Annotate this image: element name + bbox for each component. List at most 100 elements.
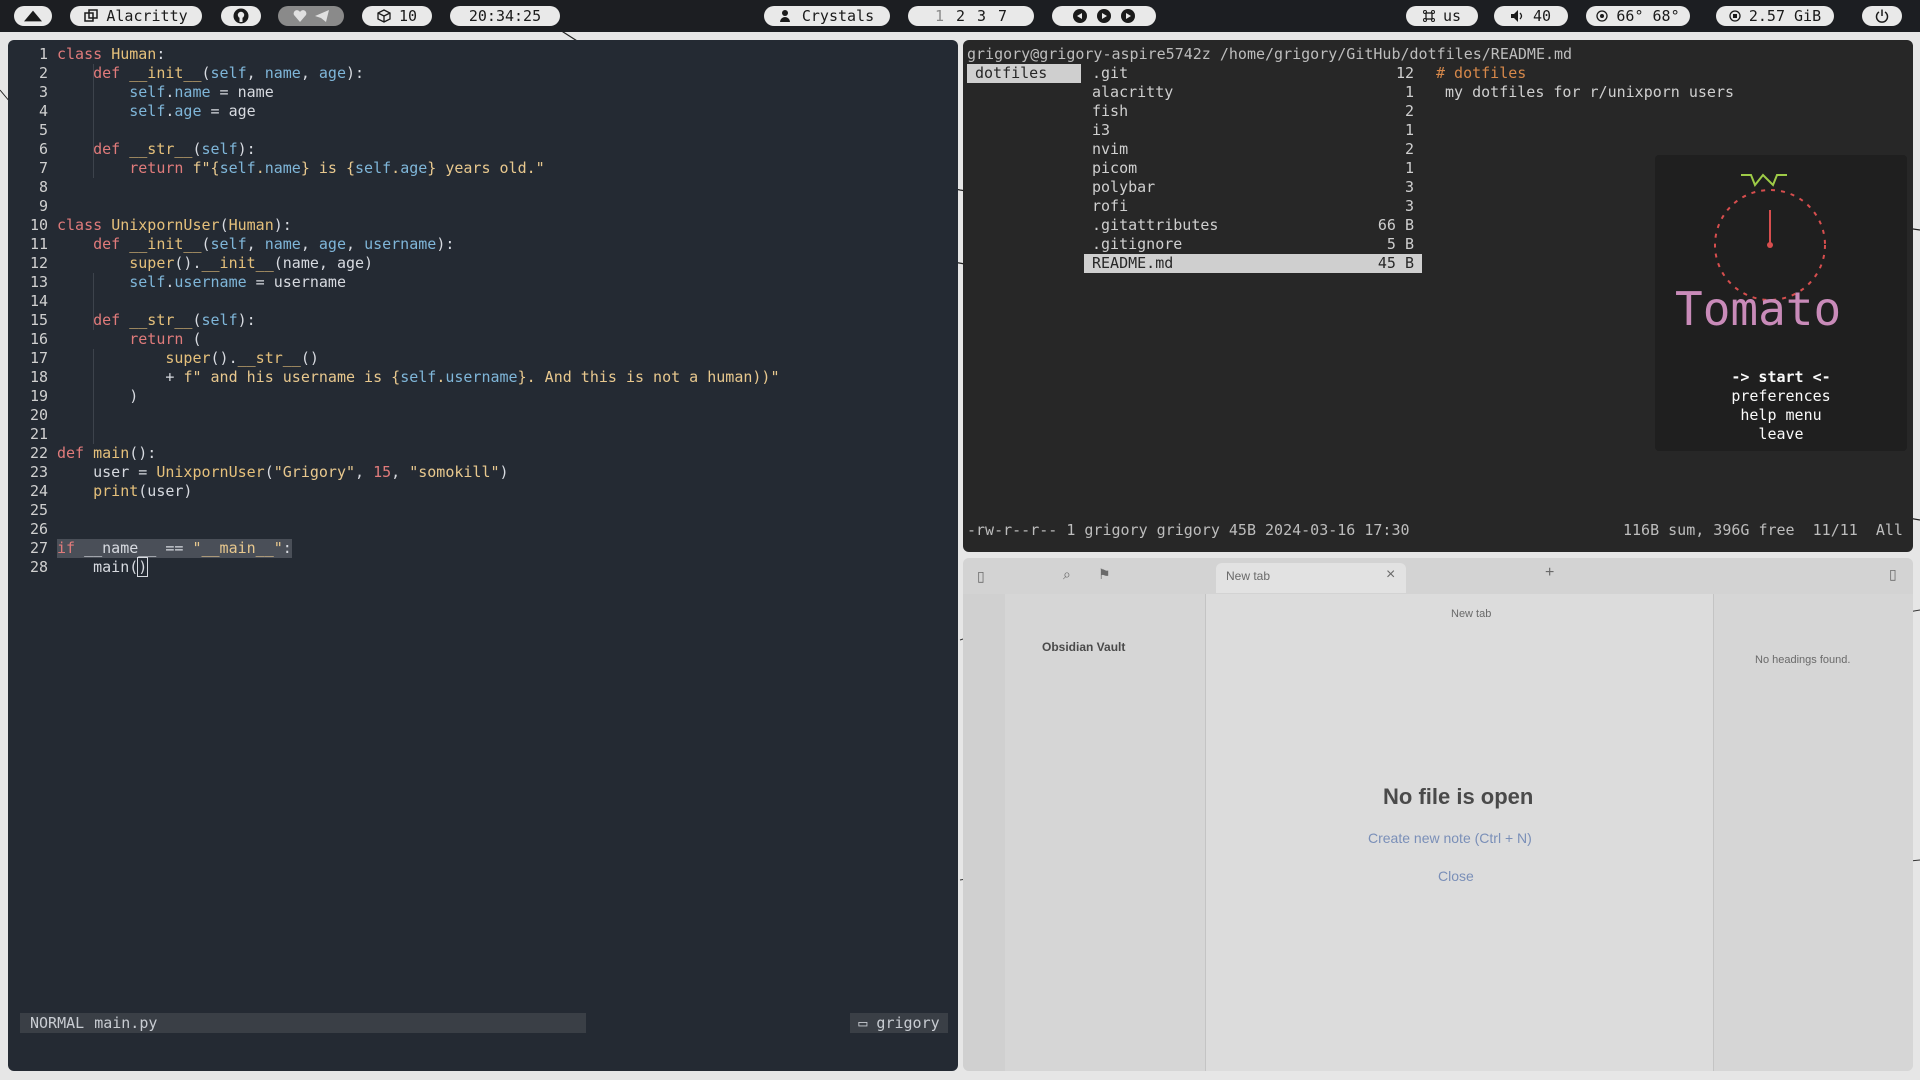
- search-icon[interactable]: ⌕: [1063, 566, 1071, 583]
- code-line-11: 11 def __init__(self, name, age, usernam…: [29, 235, 455, 253]
- vault-name[interactable]: Obsidian Vault: [1042, 640, 1125, 654]
- power-button[interactable]: [1862, 6, 1902, 26]
- workspace-2[interactable]: 2: [950, 6, 971, 26]
- file-entry[interactable]: rofi 3: [1084, 197, 1422, 216]
- outline-empty: No headings found.: [1755, 654, 1851, 666]
- workspaces-pill[interactable]: 1 2 3 7: [908, 6, 1034, 26]
- music-title: Crystals: [801, 7, 875, 25]
- tomato-menu-item[interactable]: leave: [1655, 425, 1907, 444]
- clock-pill[interactable]: 20:34:25: [450, 6, 560, 26]
- code-line-3: 3 self.name = name: [38, 83, 274, 101]
- code-line-15: 15 def __str__(self):: [29, 311, 256, 329]
- file-entry[interactable]: polybar 3: [1084, 178, 1422, 197]
- tomato-menu-item[interactable]: preferences: [1655, 387, 1907, 406]
- file-entry[interactable]: nvim 2: [1084, 140, 1422, 159]
- file-name: i3: [1092, 121, 1111, 139]
- keyboard-pill[interactable]: us: [1406, 6, 1478, 26]
- file-entry[interactable]: picom 1: [1084, 159, 1422, 178]
- filename: main.py: [94, 1014, 158, 1032]
- file-entry[interactable]: fish 2: [1084, 102, 1422, 121]
- obsidian-window[interactable]: New tab × ▯ ⌕ ⚑ + ▯ Obsidian Vault New t…: [963, 558, 1913, 1071]
- file-size: 1: [1404, 83, 1414, 101]
- code-line-9: 9: [38, 197, 48, 215]
- file-entry[interactable]: i3 1: [1084, 121, 1422, 140]
- file-size: 1: [1404, 159, 1414, 177]
- code-line-12: 12 super().__init__(name, age): [29, 254, 374, 272]
- file-name: polybar: [1092, 178, 1156, 196]
- file-size: 2: [1404, 140, 1414, 158]
- ranger-path: grigory@grigory-aspire5742z /home/grigor…: [967, 45, 1573, 63]
- new-tab-icon[interactable]: +: [1545, 564, 1554, 582]
- music-pill[interactable]: Crystals: [764, 6, 890, 26]
- heart-icon: [293, 10, 307, 22]
- file-entry[interactable]: .gitignore 5 B: [1084, 235, 1422, 254]
- code-line-2: 2 def __init__(self, name, age):: [38, 64, 365, 82]
- file-entry[interactable]: README.md 45 B: [1084, 254, 1422, 273]
- github-icon: [233, 8, 249, 24]
- file-name: .git: [1092, 64, 1129, 82]
- window-title: Alacritty: [106, 7, 188, 25]
- create-note-link[interactable]: Create new note (Ctrl + N): [1368, 830, 1532, 846]
- code-line-13: 13 self.username = username: [29, 273, 346, 291]
- music-user-icon: [779, 10, 790, 22]
- bookmark-icon[interactable]: ⚑: [1098, 566, 1111, 583]
- workspace-3[interactable]: 3: [971, 6, 992, 26]
- code-area[interactable]: 1 class Human: 2 def __init__(self, name,…: [8, 45, 780, 577]
- content-header: New tab: [1451, 608, 1492, 620]
- close-tab-icon[interactable]: ×: [1386, 566, 1395, 584]
- code-line-24: 24 print(user): [29, 482, 193, 500]
- arch-menu-button[interactable]: [14, 6, 52, 26]
- code-line-7: 7 return f"{self.name} is {self.age} yea…: [38, 159, 545, 177]
- tomato-timer-window[interactable]: Tomato -> start <- preferences help menu le…: [1655, 155, 1907, 451]
- close-link[interactable]: Close: [1438, 868, 1474, 884]
- volume-level: 40: [1532, 7, 1552, 25]
- folder-icon: ▭: [858, 1014, 868, 1032]
- file-info: -rw-r--r-- 1 grigory grigory 45B 2024-03…: [967, 521, 1410, 539]
- tray-pill[interactable]: [278, 6, 344, 26]
- volume-icon: [1510, 10, 1523, 22]
- cube-icon: [377, 9, 391, 23]
- editor-window[interactable]: 1 class Human: 2 def __init__(self, name,…: [8, 40, 958, 1071]
- tomato-menu-item[interactable]: help menu: [1655, 406, 1907, 425]
- file-name: nvim: [1092, 140, 1129, 158]
- statusline-left: NORMAL main.py: [20, 1013, 586, 1033]
- play-icon[interactable]: [1097, 9, 1111, 23]
- tomato-menu-item[interactable]: -> start <-: [1655, 368, 1907, 387]
- volume-pill[interactable]: 40: [1494, 6, 1568, 26]
- empty-state-title: No file is open: [1383, 784, 1534, 809]
- statusline-cwd: ▭ grigory: [850, 1013, 948, 1033]
- workspace-7[interactable]: 7: [992, 6, 1013, 26]
- file-size: 5 B: [1386, 235, 1414, 253]
- power-icon: [1875, 9, 1889, 23]
- code-line-26: 26: [29, 520, 48, 538]
- temperature-pill[interactable]: 66° 68°: [1586, 6, 1690, 26]
- cube-count: 10: [398, 7, 418, 25]
- code-line-14: 14: [29, 292, 48, 310]
- file-name: .gitignore: [1092, 235, 1183, 253]
- code-line-19: 19 ): [29, 387, 139, 405]
- file-name: .gitattributes: [1092, 216, 1219, 234]
- file-entry[interactable]: alacritty 1: [1084, 83, 1422, 102]
- mode-indicator: NORMAL: [30, 1014, 85, 1032]
- previous-icon[interactable]: [1073, 9, 1087, 23]
- window-title-pill[interactable]: Alacritty: [70, 6, 202, 26]
- memory-icon: [1729, 10, 1741, 22]
- code-line-18: 18 + f" and his username is {self.userna…: [29, 368, 780, 386]
- tab-new-tab[interactable]: New tab ×: [1216, 563, 1406, 593]
- file-entry[interactable]: .gitattributes 66 B: [1084, 216, 1422, 235]
- next-icon[interactable]: [1121, 9, 1135, 23]
- packages-pill[interactable]: 10: [362, 6, 432, 26]
- right-sidebar-toggle-icon[interactable]: ▯: [1889, 566, 1897, 583]
- file-entry[interactable]: .git 12: [1084, 64, 1422, 83]
- code-line-16: 16 return (: [29, 330, 202, 348]
- workspace-1[interactable]: 1: [929, 6, 950, 26]
- temperature-icon: [1596, 10, 1609, 22]
- sidebar-toggle-icon[interactable]: ▯: [977, 568, 985, 585]
- command-icon: [1422, 10, 1435, 22]
- file-size: 45 B: [1377, 254, 1414, 272]
- github-button[interactable]: [221, 6, 261, 26]
- parent-dir[interactable]: dotfiles: [967, 64, 1081, 83]
- code-line-21: 21: [29, 425, 48, 443]
- memory-pill[interactable]: 2.57 GiB: [1716, 6, 1834, 26]
- arch-logo-icon: [24, 10, 42, 22]
